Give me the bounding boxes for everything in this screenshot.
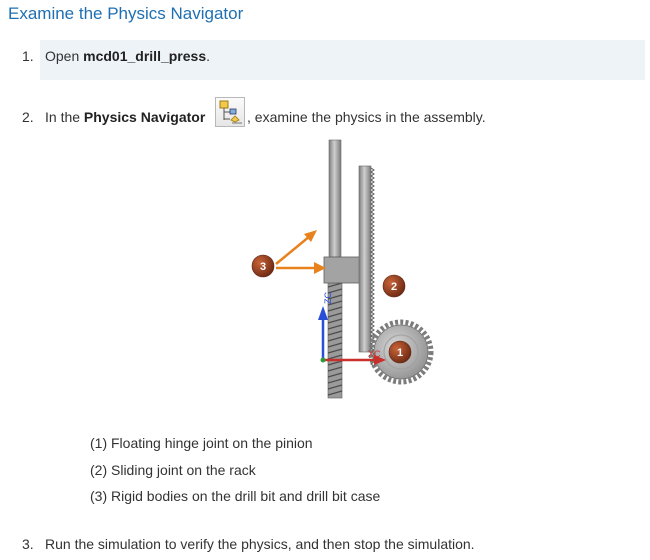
- drill-shaft: [328, 139, 342, 258]
- z-axis-arrowhead: [318, 306, 328, 320]
- step-3-text: Run the simulation to verify the physics…: [45, 536, 475, 552]
- drill-press-figure: ZC XC 3 2 1: [240, 138, 440, 430]
- callout-1-marker: 1: [388, 340, 412, 364]
- callout-3-arrows: [275, 230, 326, 274]
- callout-3-marker: 3: [251, 254, 275, 278]
- caption-rigid-bodies: (3) Rigid bodies on the drill bit and dr…: [90, 488, 381, 504]
- callout-2-marker: 2: [382, 274, 406, 298]
- drill-bit-case: [323, 256, 361, 284]
- z-axis-label: ZC: [323, 292, 333, 304]
- step-1-filename: mcd01_drill_press: [83, 48, 207, 64]
- callout-1-label: 1: [397, 347, 403, 359]
- callout-3-label: 3: [260, 261, 266, 273]
- step-1-suffix: .: [206, 48, 210, 64]
- rack: [358, 165, 372, 353]
- caption-rack: (2) Sliding joint on the rack: [90, 462, 256, 478]
- step-2-prefix: In the: [45, 109, 84, 125]
- page-title: Examine the Physics Navigator: [8, 4, 244, 23]
- step-2-suffix: , examine the physics in the assembly.: [247, 109, 486, 125]
- caption-pinion: (1) Floating hinge joint on the pinion: [90, 435, 313, 451]
- step-1-number: 1.: [22, 48, 34, 64]
- step-2-number: 2.: [22, 109, 34, 125]
- origin-point: [320, 357, 326, 363]
- step-3-number: 3.: [22, 536, 34, 552]
- step-2-navigator-name: Physics Navigator: [83, 109, 206, 125]
- step-1-text: Open mcd01_drill_press.: [45, 48, 210, 64]
- step-1-prefix: Open: [45, 48, 84, 64]
- step-2-text-a: In the Physics Navigator: [45, 109, 205, 125]
- x-axis-label: XC: [368, 349, 381, 359]
- callout-2-label: 2: [391, 281, 397, 293]
- physics-navigator-icon: [215, 97, 245, 127]
